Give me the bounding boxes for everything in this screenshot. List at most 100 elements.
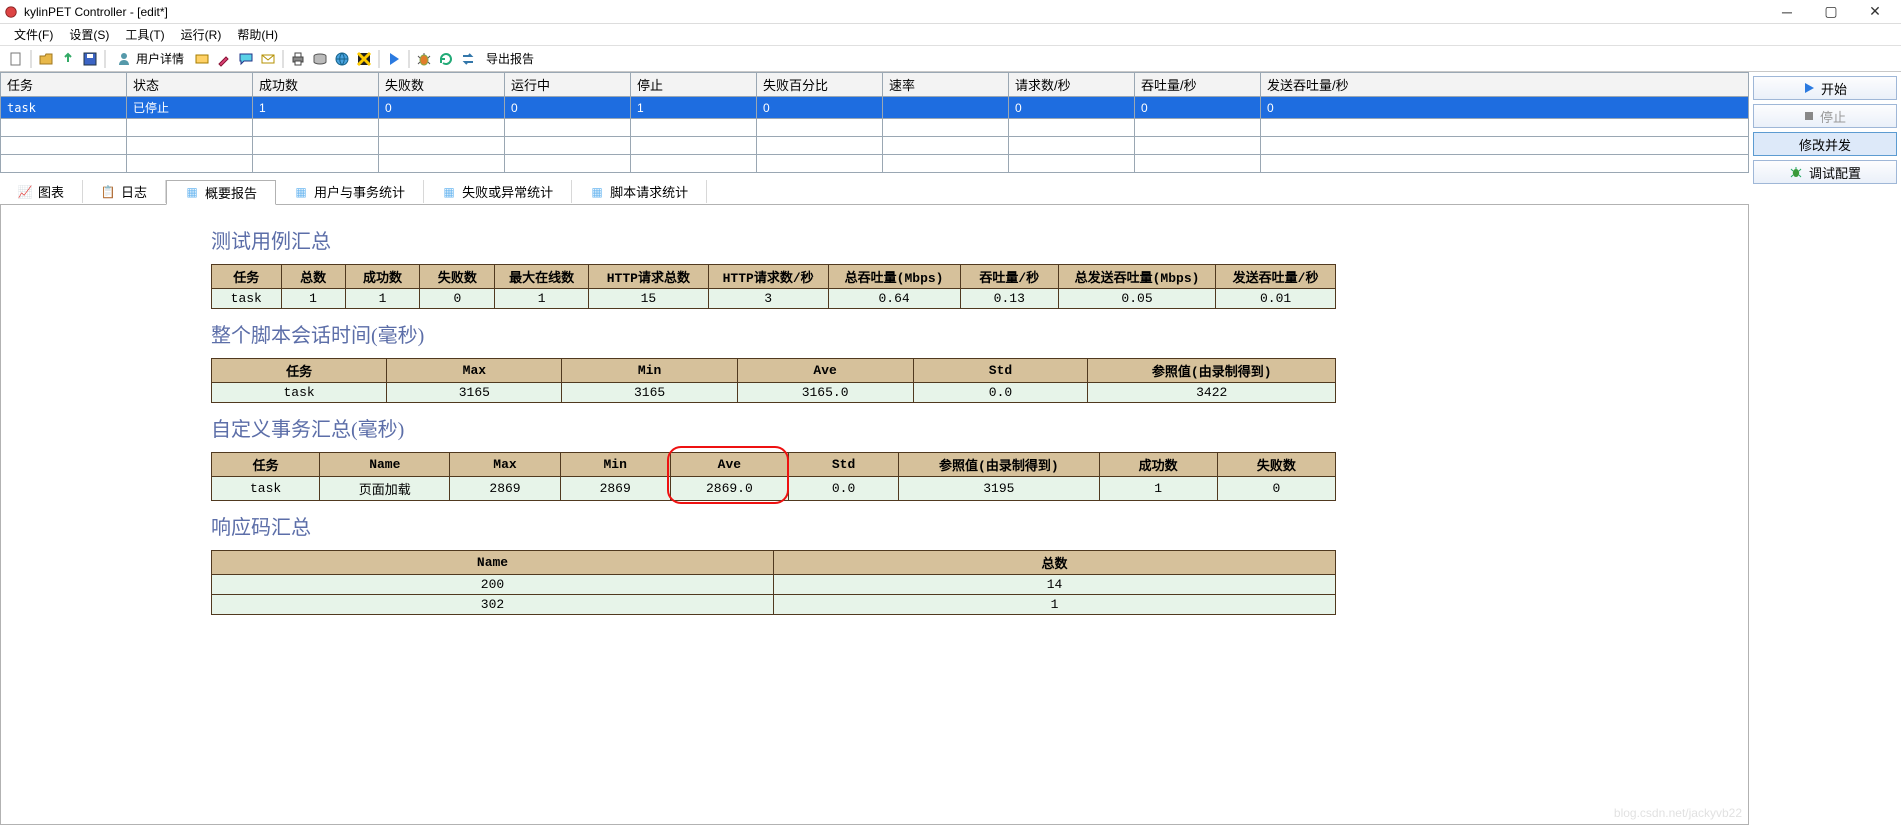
separator bbox=[30, 50, 32, 68]
export-report-button[interactable]: 导出报告 bbox=[480, 49, 540, 69]
minimize-button[interactable]: ─ bbox=[1765, 0, 1809, 24]
chart-icon: 📈 bbox=[18, 185, 32, 199]
stop-icon bbox=[1804, 111, 1814, 121]
col-thrpt[interactable]: 吞吐量/秒 bbox=[1135, 73, 1261, 97]
td: 1 bbox=[495, 289, 589, 309]
td: task bbox=[212, 383, 387, 403]
log-icon: 📋 bbox=[101, 185, 115, 199]
td: 0.01 bbox=[1216, 289, 1336, 309]
tab-failures[interactable]: ▦ 失败或异常统计 bbox=[424, 180, 572, 203]
menu-tools[interactable]: 工具(T) bbox=[117, 24, 172, 45]
th: Ave bbox=[670, 453, 788, 477]
separator bbox=[378, 50, 380, 68]
td: task bbox=[212, 477, 320, 501]
mail-icon[interactable] bbox=[258, 49, 278, 69]
td: 200 bbox=[212, 575, 774, 595]
td: 0 bbox=[420, 289, 495, 309]
col-failpct[interactable]: 失败百分比 bbox=[757, 73, 883, 97]
col-task[interactable]: 任务 bbox=[1, 73, 127, 97]
th: 任务 bbox=[212, 453, 320, 477]
save-icon[interactable] bbox=[80, 49, 100, 69]
menu-help[interactable]: 帮助(H) bbox=[229, 24, 286, 45]
start-button[interactable]: 开始 bbox=[1753, 76, 1897, 100]
th: Ave bbox=[737, 359, 913, 383]
th: 任务 bbox=[212, 265, 282, 289]
refresh-icon[interactable] bbox=[436, 49, 456, 69]
open-icon[interactable] bbox=[36, 49, 56, 69]
summary-icon: ▦ bbox=[185, 185, 199, 199]
tasks-grid[interactable]: 任务 状态 成功数 失败数 运行中 停止 失败百分比 速率 请求数/秒 吞吐量/… bbox=[0, 72, 1749, 173]
cell: 0 bbox=[1261, 97, 1749, 119]
fail-icon: ▦ bbox=[442, 185, 456, 199]
tab-users[interactable]: ▦ 用户与事务统计 bbox=[276, 180, 424, 203]
brush-icon[interactable] bbox=[214, 49, 234, 69]
play-icon[interactable] bbox=[384, 49, 404, 69]
stop-button[interactable]: 停止 bbox=[1753, 104, 1897, 128]
section-1-title: 测试用例汇总 bbox=[211, 225, 1748, 254]
play-icon bbox=[1803, 82, 1815, 94]
debug-label: 调试配置 bbox=[1809, 163, 1861, 182]
menu-file[interactable]: 文件(F) bbox=[6, 24, 61, 45]
col-success[interactable]: 成功数 bbox=[253, 73, 379, 97]
window-title: kylinPET Controller - [edit*] bbox=[24, 5, 168, 19]
stop-label: 停止 bbox=[1820, 107, 1846, 126]
cell: 0 bbox=[1135, 97, 1261, 119]
card-icon[interactable] bbox=[192, 49, 212, 69]
col-rate[interactable]: 速率 bbox=[883, 73, 1009, 97]
new-icon[interactable] bbox=[6, 49, 26, 69]
th: 发送吞吐量/秒 bbox=[1216, 265, 1336, 289]
start-label: 开始 bbox=[1821, 79, 1847, 98]
th: HTTP请求总数 bbox=[588, 265, 708, 289]
chat-icon[interactable] bbox=[236, 49, 256, 69]
history-icon[interactable] bbox=[58, 49, 78, 69]
menu-run[interactable]: 运行(R) bbox=[173, 24, 230, 45]
col-stopped[interactable]: 停止 bbox=[631, 73, 757, 97]
th: 总发送吞吐量(Mbps) bbox=[1058, 265, 1215, 289]
td: 0.0 bbox=[913, 383, 1088, 403]
bug-icon bbox=[1789, 165, 1803, 179]
disk-icon[interactable] bbox=[310, 49, 330, 69]
tab-label: 失败或异常统计 bbox=[462, 182, 553, 201]
cell: 0 bbox=[757, 97, 883, 119]
watermark: blog.csdn.net/jackyvb22 bbox=[1614, 806, 1742, 820]
separator bbox=[104, 50, 106, 68]
transfer-icon[interactable] bbox=[458, 49, 478, 69]
th: Std bbox=[788, 453, 898, 477]
td: 0 bbox=[1217, 477, 1335, 501]
col-sendthrpt[interactable]: 发送吞吐量/秒 bbox=[1261, 73, 1749, 97]
app-icon bbox=[4, 5, 18, 19]
caution-icon[interactable] bbox=[354, 49, 374, 69]
col-reqs[interactable]: 请求数/秒 bbox=[1009, 73, 1135, 97]
th: Min bbox=[562, 359, 737, 383]
col-state[interactable]: 状态 bbox=[127, 73, 253, 97]
cell: 0 bbox=[379, 97, 505, 119]
th: 成功数 bbox=[345, 265, 420, 289]
user-details-button[interactable]: 用户详情 bbox=[110, 49, 190, 69]
task-row[interactable]: task 已停止 1 0 0 1 0 0 0 0 bbox=[1, 97, 1749, 119]
modify-concurrency-button[interactable]: 修改并发 bbox=[1753, 132, 1897, 156]
bug-icon[interactable] bbox=[414, 49, 434, 69]
menu-settings[interactable]: 设置(S) bbox=[61, 24, 117, 45]
summary-table-4: Name 总数 200 14 302 1 bbox=[211, 550, 1336, 615]
tab-label: 脚本请求统计 bbox=[610, 182, 688, 201]
th: HTTP请求数/秒 bbox=[708, 265, 828, 289]
close-button[interactable]: ✕ bbox=[1853, 0, 1897, 24]
tab-script[interactable]: ▦ 脚本请求统计 bbox=[572, 180, 707, 203]
td: task bbox=[212, 289, 282, 309]
toolbar: 用户详情 导出报告 bbox=[0, 46, 1901, 72]
tab-summary[interactable]: ▦ 概要报告 bbox=[166, 180, 276, 205]
maximize-button[interactable]: ▢ bbox=[1809, 0, 1853, 24]
td: 15 bbox=[588, 289, 708, 309]
td: 1 bbox=[774, 595, 1336, 615]
col-fail[interactable]: 失败数 bbox=[379, 73, 505, 97]
menubar: 文件(F) 设置(S) 工具(T) 运行(R) 帮助(H) bbox=[0, 24, 1901, 46]
globe-icon[interactable] bbox=[332, 49, 352, 69]
debug-config-button[interactable]: 调试配置 bbox=[1753, 160, 1897, 184]
tab-log[interactable]: 📋 日志 bbox=[83, 180, 166, 203]
col-running[interactable]: 运行中 bbox=[505, 73, 631, 97]
cell: task bbox=[1, 97, 127, 119]
td: 2869 bbox=[560, 477, 670, 501]
th: 任务 bbox=[212, 359, 387, 383]
tab-chart[interactable]: 📈 图表 bbox=[0, 180, 83, 203]
printer-icon[interactable] bbox=[288, 49, 308, 69]
